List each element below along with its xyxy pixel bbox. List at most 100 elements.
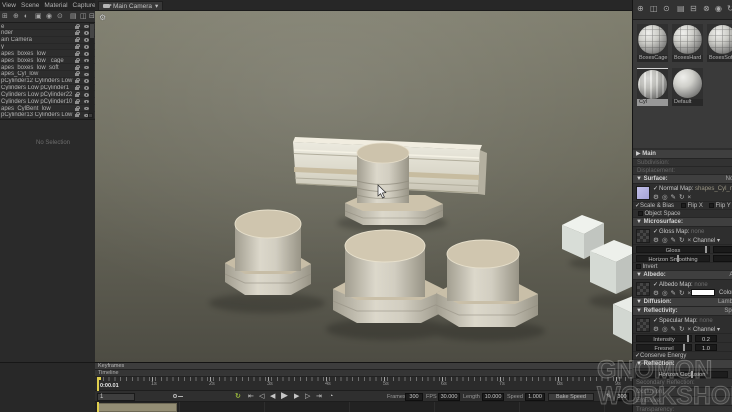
next-frame-button[interactable]: ▶ [294,392,299,401]
lock-icon[interactable] [75,98,80,104]
menu-scene[interactable]: Scene [21,2,39,9]
shadow-icon[interactable]: ◐ [24,12,28,22]
horizon-smoothing-slider[interactable]: Horizon Smoothing [636,255,710,263]
horizon-smoothing-value-field[interactable] [713,255,732,262]
lock-icon[interactable] [75,64,80,70]
section-secondary-reflection-disabled[interactable]: Secondary Reflection: [633,379,732,388]
prev-frame-button[interactable]: ◀ [270,392,275,401]
gloss-slider-handle[interactable] [705,246,707,253]
refresh-material-icon[interactable]: ↻ [727,4,732,14]
clear-icon[interactable]: × [687,194,694,201]
invert-checkbox[interactable]: Invert [636,263,658,271]
scene-list-scrollbar[interactable] [89,23,94,119]
lock-icon[interactable] [75,85,80,91]
lock-icon[interactable] [75,105,80,111]
speed-field[interactable]: 1.000 [525,392,545,401]
gloss-slider[interactable]: Gloss [636,246,710,254]
lock-icon[interactable] [75,71,80,77]
albedo-map-thumbnail[interactable] [636,282,650,296]
frames-field[interactable]: 300 [405,392,423,401]
scene-item[interactable]: y [0,44,95,51]
frame-number-field[interactable]: 1 [97,392,135,401]
lock-icon[interactable] [75,30,80,36]
section-main[interactable]: ▶ Main [633,150,732,159]
material-item[interactable]: Default [672,68,703,106]
panel-splitter[interactable] [88,113,93,118]
section-emissive-disabled[interactable]: Emissive: [633,397,732,406]
timeline-scroll-handle[interactable] [97,403,177,412]
sphere-icon[interactable]: ◉ [46,12,52,22]
bolt-front-left-mesh[interactable] [224,209,312,295]
preview-sphere-icon[interactable]: ⊙ [663,4,670,14]
scene-item[interactable]: Cylinders Low pCylinder10 [0,98,95,106]
channel-dropdown[interactable]: Channel ▾ [693,237,720,244]
section-reflectivity[interactable]: ▼ Reflectivity: Specular [633,307,732,316]
scene-item[interactable]: pCylinder12 Cylinders Low [0,78,95,85]
flip-y-checkbox[interactable]: Flip Y [709,202,731,210]
section-subdivision-disabled[interactable]: Subdivision: [633,159,732,167]
horizon-occlusion-slider[interactable]: Horizon Occlusion [636,370,728,378]
conserve-energy-checkbox[interactable]: ✓Conserve Energy [635,352,686,360]
gear-icon[interactable]: ⚙ [653,326,662,333]
gloss-map-thumbnail[interactable] [636,229,650,243]
lock-icon[interactable] [75,112,80,118]
surface-model-label[interactable]: Normals [726,175,732,183]
scene-item[interactable]: Cylinders Low pCylinder22 [0,91,95,99]
albedo-color-swatch[interactable] [691,289,715,296]
section-microsurface[interactable]: ▼ Microsurface: Gloss [633,218,732,227]
intensity-value-field[interactable]: 0.2 [695,335,717,343]
material-item[interactable]: BoxesCage [637,24,668,62]
duplicate-material-icon[interactable]: ◫ [650,4,658,14]
gloss-value-field[interactable] [713,246,732,253]
scene-item[interactable]: ain Camera [0,37,95,44]
camera-tab[interactable]: Main Camera ▾ [98,1,164,10]
menu-capture[interactable]: Capture [73,2,96,9]
fresnel-value-field[interactable]: 1.0 [695,344,717,352]
section-surface[interactable]: ▼ Surface: Normals [633,175,732,184]
scene-item[interactable]: apes_Cyl_low [0,71,95,78]
loop-button[interactable]: ↻ [235,392,241,401]
scene-item[interactable]: Cylinders Low pCylinder1 [0,85,95,92]
playhead-flag[interactable] [97,377,101,380]
add-keyframe-icon[interactable] [173,394,183,398]
section-reflection[interactable]: ▼ Reflection: [633,360,732,369]
material-item[interactable]: BoxesHard [672,24,703,62]
timeline-header[interactable]: Timeline [95,370,632,377]
scene-item[interactable]: apes_boxes_low_soft [0,64,95,71]
gear-icon[interactable]: ⚙ [653,194,662,201]
paint-icon[interactable]: ✎ [671,194,679,201]
paint-icon[interactable]: ✎ [671,290,679,297]
lock-icon[interactable] [75,50,80,56]
scrollbar-handle[interactable] [89,24,94,38]
render-preview-button[interactable]: ◔ [329,392,333,401]
apply-material-icon[interactable]: ◉ [715,4,722,14]
menu-view[interactable]: View [2,2,16,9]
lock-icon[interactable] [75,23,80,29]
scene-item[interactable]: nder [0,30,95,37]
scene-item[interactable]: pCylinder13 Cylinders Low [0,112,95,119]
duplicate-icon[interactable]: ◫ [80,12,87,22]
pencil-icon[interactable]: ✎ [606,393,611,400]
edit-value-field[interactable]: 300 [615,392,629,401]
diffusion-model-label[interactable]: Lambertian [718,298,732,306]
length-field[interactable]: 10.000 [482,392,504,401]
section-occlusion-disabled[interactable]: Occlusion: [633,388,732,397]
next-keyframe-button[interactable]: ▷ [305,392,310,401]
intensity-slider[interactable]: Intensity [636,335,692,343]
delete-material-icon[interactable]: ⊟ [690,4,697,14]
scene-item[interactable]: apes_boxes_low _cage [0,57,95,65]
load-material-icon[interactable]: ▤ [677,4,685,14]
lock-icon[interactable] [75,91,80,97]
preview-icon[interactable]: ◎ [662,326,671,333]
preview-icon[interactable]: ◎ [662,237,671,244]
scene-item[interactable]: apes_CylBent_low [0,105,95,112]
grid-icon[interactable]: ▣ [35,12,42,22]
go-to-start-button[interactable]: ⇤ [248,392,254,401]
normal-map-thumbnail[interactable] [636,186,650,200]
material-item-selected[interactable]: Cyl [637,68,668,106]
horizon-occlusion-handle[interactable] [691,370,693,378]
material-item[interactable]: BoxesSoft [707,24,732,62]
prev-keyframe-button[interactable]: ◁ [259,392,264,401]
preview-icon[interactable]: ◎ [662,194,671,201]
lock-icon[interactable] [75,37,80,43]
